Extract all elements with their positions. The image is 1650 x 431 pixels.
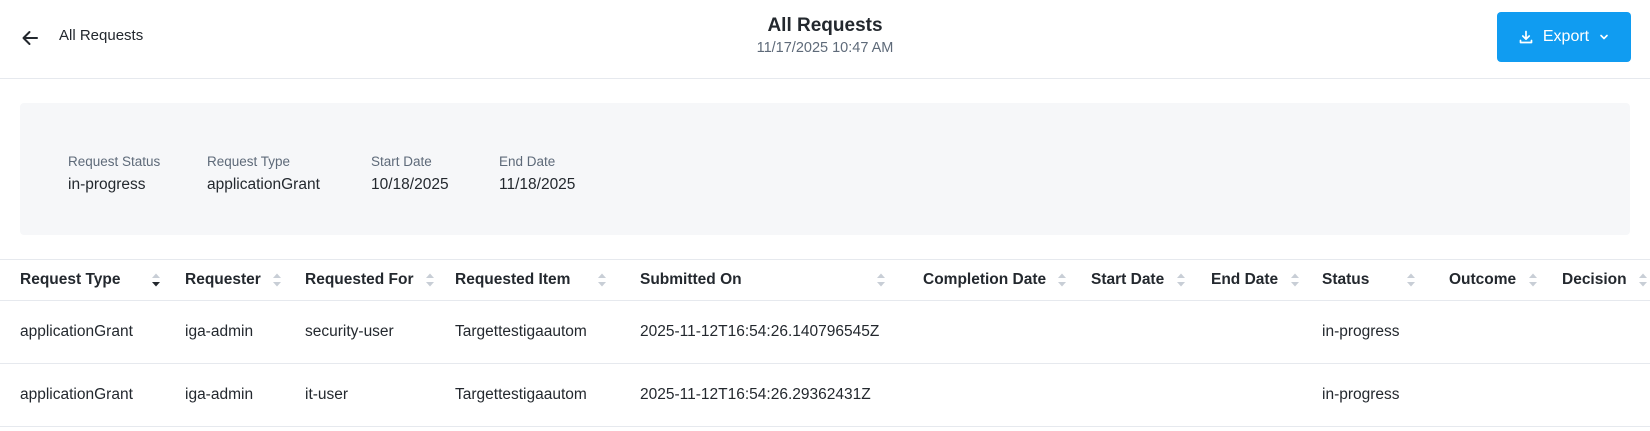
cell-outcome <box>1429 363 1542 427</box>
column-header-label: Decision <box>1562 270 1627 288</box>
cell-requested-for: security-user <box>285 300 435 364</box>
cell-end-date <box>1191 300 1302 364</box>
sort-desc-icon[interactable] <box>150 271 162 289</box>
cell-completion-date <box>903 363 1071 427</box>
sort-icon[interactable] <box>1175 271 1187 289</box>
cell-requester: iga-admin <box>165 363 285 427</box>
sort-icon[interactable] <box>1289 271 1301 289</box>
cell-outcome <box>1429 300 1542 364</box>
column-header-requested-for[interactable]: Requested For <box>285 260 435 301</box>
column-header-outcome[interactable]: Outcome <box>1429 260 1542 301</box>
table-row[interactable]: applicationGrant iga-admin it-user Targe… <box>0 363 1650 427</box>
cell-requested-item: Targettestigaautom <box>435 300 620 364</box>
export-button[interactable]: Export <box>1497 12 1631 62</box>
column-header-submitted-on[interactable]: Submitted On <box>620 260 903 301</box>
page-header: All Requests All Requests 11/17/2025 10:… <box>0 0 1650 79</box>
sort-icon[interactable] <box>875 271 887 289</box>
filter-label: Request Type <box>207 154 291 169</box>
cell-request-type: applicationGrant <box>0 363 165 427</box>
download-icon <box>1519 30 1533 44</box>
cell-end-date <box>1191 363 1302 427</box>
sort-icon[interactable] <box>1405 271 1417 289</box>
cell-requester: iga-admin <box>165 300 285 364</box>
sort-icon[interactable] <box>1056 271 1068 289</box>
filter-value: 11/18/2025 <box>499 176 576 193</box>
cell-status: in-progress <box>1302 363 1429 427</box>
filter-label: End Date <box>499 154 556 169</box>
cell-status: in-progress <box>1302 300 1429 364</box>
column-header-request-type[interactable]: Request Type <box>0 260 165 301</box>
sort-icon[interactable] <box>1637 271 1649 289</box>
filter-value: in-progress <box>68 176 146 193</box>
filter-request-type: Request Type applicationGrant <box>207 153 320 197</box>
export-button-label: Export <box>1542 28 1590 45</box>
cell-decision <box>1542 363 1650 427</box>
filter-value: applicationGrant <box>207 176 320 193</box>
column-header-label: Submitted On <box>640 270 742 288</box>
filter-label: Request Status <box>68 154 161 169</box>
cell-completion-date <box>903 300 1071 364</box>
sort-icon[interactable] <box>596 271 608 289</box>
filter-label: Start Date <box>371 154 432 169</box>
table-row[interactable]: applicationGrant iga-admin security-user… <box>0 300 1650 364</box>
column-header-label: Status <box>1322 270 1370 288</box>
filter-value: 10/18/2025 <box>371 176 449 193</box>
column-header-completion-date[interactable]: Completion Date <box>903 260 1071 301</box>
filter-request-status: Request Status in-progress <box>68 153 160 197</box>
column-header-label: Start Date <box>1091 270 1165 288</box>
requests-table: Request Type Requester Requested For Req… <box>0 260 1650 427</box>
cell-requested-item: Targettestigaautom <box>435 363 620 427</box>
filter-end-date: End Date 11/18/2025 <box>499 153 575 197</box>
chevron-down-icon <box>1600 34 1608 40</box>
sort-icon[interactable] <box>1527 271 1539 289</box>
column-header-end-date[interactable]: End Date <box>1191 260 1302 301</box>
column-header-label: Outcome <box>1449 270 1517 288</box>
column-header-label: Completion Date <box>923 270 1047 288</box>
column-header-label: Requester <box>185 270 261 288</box>
column-header-label: Requested Item <box>455 270 571 288</box>
column-header-requester[interactable]: Requester <box>165 260 285 301</box>
cell-start-date <box>1071 300 1191 364</box>
column-header-start-date[interactable]: Start Date <box>1071 260 1191 301</box>
page-title: All Requests <box>767 15 883 36</box>
cell-submitted-on: 2025-11-12T16:54:26.140796545Z <box>620 300 903 364</box>
column-header-label: End Date <box>1211 270 1279 288</box>
filter-start-date: Start Date 10/18/2025 <box>371 153 449 197</box>
column-header-label: Requested For <box>305 270 414 288</box>
cell-start-date <box>1071 363 1191 427</box>
column-header-requested-item[interactable]: Requested Item <box>435 260 620 301</box>
cell-submitted-on: 2025-11-12T16:54:26.29362431Z <box>620 363 903 427</box>
column-header-decision[interactable]: Decision <box>1542 260 1650 301</box>
cell-request-type: applicationGrant <box>0 300 165 364</box>
table-header-row: Request Type Requester Requested For Req… <box>0 260 1650 301</box>
column-header-label: Request Type <box>20 270 121 288</box>
cell-requested-for: it-user <box>285 363 435 427</box>
sort-icon[interactable] <box>271 271 283 289</box>
page-timestamp: 11/17/2025 10:47 AM <box>756 40 894 56</box>
title-block: All Requests 11/17/2025 10:47 AM <box>0 14 1650 58</box>
column-header-status[interactable]: Status <box>1302 260 1429 301</box>
requests-table-container: Request Type Requester Requested For Req… <box>0 259 1650 427</box>
cell-decision <box>1542 300 1650 364</box>
filter-summary-panel: Request Status in-progress Request Type … <box>20 103 1630 235</box>
